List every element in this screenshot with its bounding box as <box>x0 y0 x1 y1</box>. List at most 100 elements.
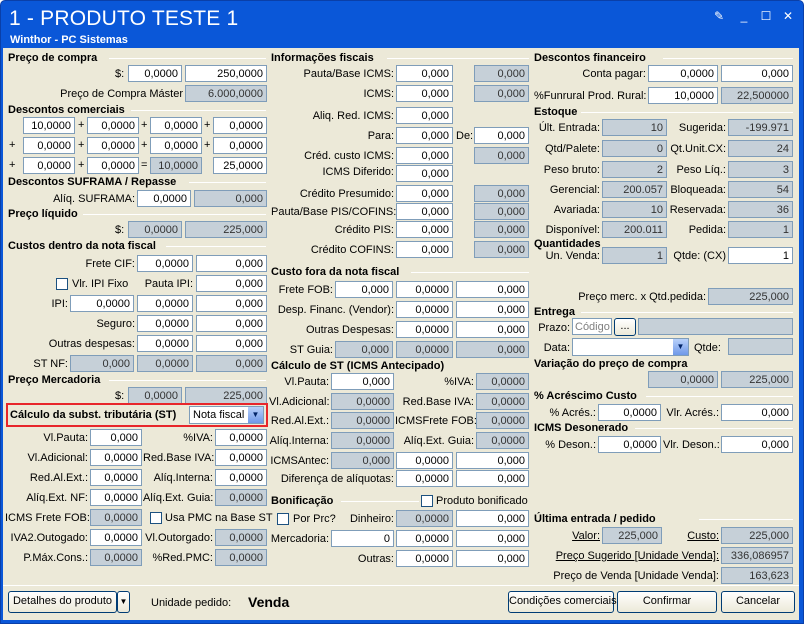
label: Alíq.Interna: <box>269 435 329 447</box>
desconto-field[interactable]: 0,0000 <box>150 117 202 134</box>
frete-fob-field[interactable]: 0,000 <box>335 281 393 298</box>
para-field[interactable]: 0,000 <box>396 127 453 144</box>
st-vl-adicional-field[interactable]: 0,0000 <box>90 449 142 466</box>
credito-presumido-field[interactable]: 0,000 <box>396 185 453 202</box>
st-calc-select[interactable]: Nota fiscal ▼ <box>189 406 264 424</box>
valor-link[interactable]: Valor: <box>534 529 600 543</box>
dinheiro-value-field[interactable]: 0,000 <box>456 510 529 527</box>
por-prc-checkbox[interactable] <box>277 513 289 525</box>
pauta-icms-field[interactable]: 0,000 <box>396 65 453 82</box>
prazo-browse-button[interactable]: ... <box>614 318 636 336</box>
detalhes-produto-button[interactable]: Detalhes do produto <box>8 591 117 613</box>
label: %Red.PMC: <box>152 552 213 564</box>
aliq-red-icms-field[interactable]: 0,000 <box>396 107 453 124</box>
ant-icms-antec-percent-field[interactable]: 0,0000 <box>396 452 453 469</box>
confirmar-button[interactable]: Confirmar <box>617 591 717 613</box>
close-icon[interactable]: ✕ <box>781 9 795 23</box>
st-vl-pauta-field[interactable]: 0,000 <box>90 429 142 446</box>
edit-icon[interactable]: ✎ <box>712 9 726 23</box>
pauta-ipi-field[interactable]: 0,000 <box>196 275 267 292</box>
desp-financ-value-field[interactable]: 0,000 <box>456 301 529 318</box>
mercadoria-value-field[interactable]: 0,000 <box>456 530 529 547</box>
dif-aliquotas-field[interactable]: 0,0000 <box>396 470 453 487</box>
outras-bonif-field[interactable]: 0,0000 <box>396 550 453 567</box>
frete-cif-field[interactable]: 0,0000 <box>137 255 193 272</box>
chevron-down-icon[interactable]: ▼ <box>247 407 263 423</box>
label: Data: <box>543 342 570 354</box>
ant-icms-antec-value-field[interactable]: 0,000 <box>456 452 529 469</box>
icms-diferido-field[interactable]: 0,000 <box>396 165 453 182</box>
st-aliq-ext-nf-field[interactable]: 0,0000 <box>90 489 142 506</box>
outras-despesas-fora-field[interactable]: 0,0000 <box>396 321 453 338</box>
acrescimo-percent-field[interactable]: 0,0000 <box>598 404 661 421</box>
de-field[interactable]: 0,000 <box>474 127 529 144</box>
minimize-icon[interactable]: _ <box>737 9 751 23</box>
preco-compra-value-field[interactable]: 250,0000 <box>185 65 267 82</box>
seguro-field[interactable]: 0,0000 <box>137 315 193 332</box>
icms-field[interactable]: 0,000 <box>396 85 453 102</box>
produto-bonificado-checkbox[interactable] <box>421 495 433 507</box>
data-entrega-select[interactable]: ▼ <box>572 338 689 356</box>
frete-cif-value-field[interactable]: 0,000 <box>196 255 267 272</box>
st-red-al-ext-field[interactable]: 0,0000 <box>90 469 142 486</box>
funrural-field[interactable]: 10,0000 <box>648 87 718 104</box>
outras-despesas-value-field[interactable]: 0,000 <box>196 335 267 352</box>
condicoes-comerciais-button[interactable]: Condições comerciais <box>508 591 617 613</box>
ipi-field[interactable]: 0,0000 <box>70 295 134 312</box>
label: ICMS: <box>363 88 394 100</box>
chevron-down-icon[interactable]: ▼ <box>672 339 688 355</box>
custo-link[interactable]: Custo: <box>663 529 719 543</box>
ipi-percent-field[interactable]: 0,0000 <box>137 295 193 312</box>
usa-pmc-checkbox[interactable] <box>150 512 162 524</box>
sugerida-field: -199.971 <box>728 119 793 136</box>
ipi-value-field[interactable]: 0,000 <box>196 295 267 312</box>
outras-despesas-fora-value-field[interactable]: 0,000 <box>456 321 529 338</box>
credito-pis-field[interactable]: 0,000 <box>396 221 453 238</box>
cancelar-button[interactable]: Cancelar <box>721 591 795 613</box>
vlr-ipi-fixo-checkbox[interactable] <box>56 278 68 290</box>
label: Crédito Presumido: <box>299 188 394 200</box>
desconto-field[interactable]: 0,0000 <box>213 117 267 134</box>
aliq-suframa-field[interactable]: 0,0000 <box>137 190 191 207</box>
mercadoria-field[interactable]: 0 <box>331 530 394 547</box>
desonerado-percent-field[interactable]: 0,0000 <box>598 436 661 453</box>
preco-compra-field[interactable]: 0,0000 <box>128 65 182 82</box>
dif-aliquotas-value-field[interactable]: 0,000 <box>456 470 529 487</box>
ant-vl-pauta-field[interactable]: 0,000 <box>331 373 394 390</box>
st-iva-field[interactable]: 0,0000 <box>215 429 267 446</box>
outras-bonif-value-field[interactable]: 0,000 <box>456 550 529 567</box>
desconto-field[interactable]: 0,0000 <box>213 137 267 154</box>
frete-fob-percent-field[interactable]: 0,0000 <box>396 281 453 298</box>
qtde-cx-field[interactable]: 1 <box>728 247 793 264</box>
conta-pagar-field[interactable]: 0,0000 <box>648 65 718 82</box>
st-iva2-field[interactable]: 0,0000 <box>90 529 142 546</box>
desconto-field[interactable]: 10,0000 <box>23 117 75 134</box>
frete-fob-value-field[interactable]: 0,000 <box>456 281 529 298</box>
pauta-pis-cofins-field[interactable]: 0,000 <box>396 203 453 220</box>
mercadoria-percent-field[interactable]: 0,0000 <box>396 530 453 547</box>
credito-cofins-field[interactable]: 0,000 <box>396 241 453 258</box>
desconto-field[interactable]: 0,0000 <box>87 157 139 174</box>
preco-sugerido-link[interactable]: Preço Sugerido [Unidade Venda]: <box>534 549 719 563</box>
label: = <box>141 159 148 171</box>
desonerado-value-field[interactable]: 0,000 <box>721 436 793 453</box>
ant-aliq-ext-guia-field: 0,0000 <box>476 432 529 449</box>
seguro-value-field[interactable]: 0,000 <box>196 315 267 332</box>
desconto-field[interactable]: 0,0000 <box>87 137 139 154</box>
outras-despesas-field[interactable]: 0,0000 <box>137 335 193 352</box>
section-header: Bonificação <box>271 495 334 507</box>
desconto-field[interactable]: 0,0000 <box>87 117 139 134</box>
st-red-base-iva-field[interactable]: 0,0000 <box>215 449 267 466</box>
prazo-codigo-input[interactable]: Código <box>572 318 612 335</box>
desconto-field[interactable]: 0,0000 <box>23 137 75 154</box>
desconto-field[interactable]: 0,0000 <box>150 137 202 154</box>
conta-pagar-value-field[interactable]: 0,000 <box>721 65 793 82</box>
maximize-icon[interactable]: ☐ <box>759 9 773 23</box>
desconto-field[interactable]: 25,0000 <box>213 157 267 174</box>
desconto-field[interactable]: 0,0000 <box>23 157 75 174</box>
cred-custo-icms-field[interactable]: 0,000 <box>396 147 453 164</box>
acrescimo-value-field[interactable]: 0,000 <box>721 404 793 421</box>
detalhes-dropdown-button[interactable]: ▼ <box>117 591 130 613</box>
st-aliq-interna-field[interactable]: 0,0000 <box>215 469 267 486</box>
desp-financ-field[interactable]: 0,0000 <box>396 301 453 318</box>
